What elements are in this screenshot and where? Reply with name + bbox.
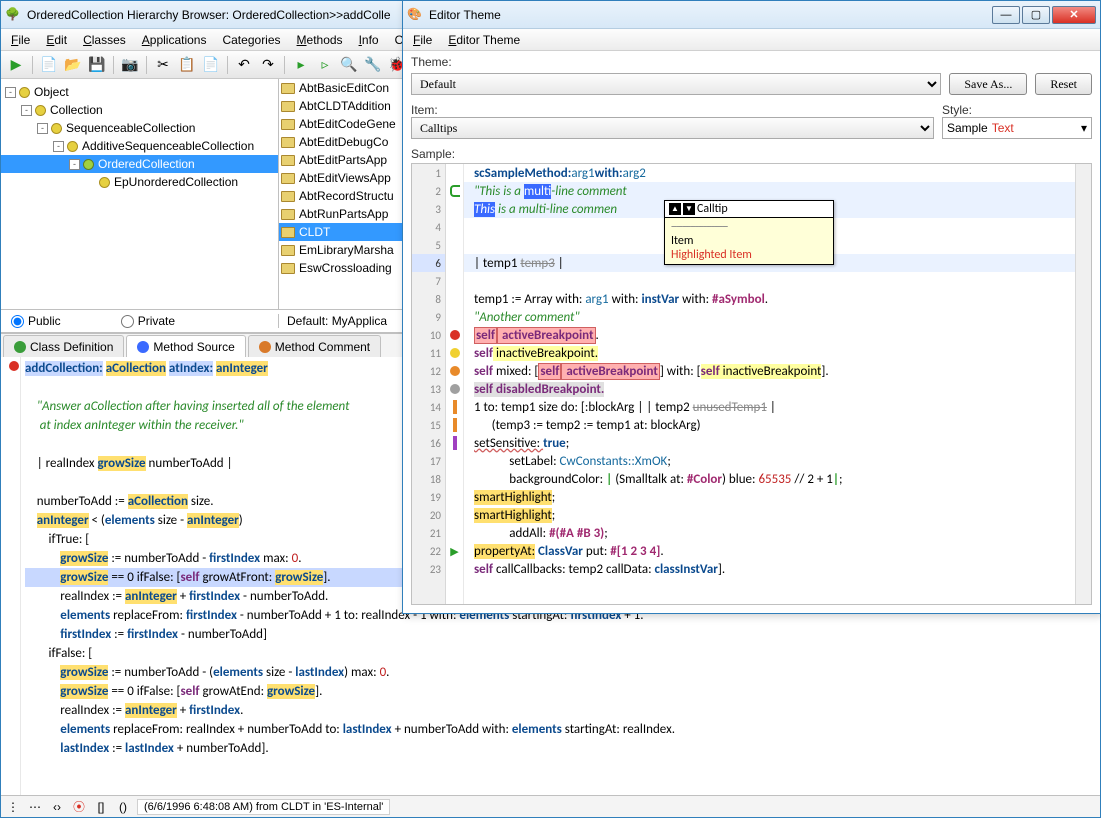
menu-classes[interactable]: Classes bbox=[77, 31, 132, 49]
run-button[interactable]: ▶ bbox=[5, 54, 27, 76]
undo-button[interactable]: ↶ bbox=[233, 54, 255, 76]
status-icon-4[interactable]: ⦿ bbox=[71, 799, 87, 815]
sample-label: Sample: bbox=[411, 147, 461, 161]
class-tree[interactable]: -Object-Collection-SequenceableCollectio… bbox=[1, 79, 279, 309]
default-app-label: Default: MyApplica bbox=[279, 314, 387, 328]
copy-button[interactable]: 📋 bbox=[176, 54, 198, 76]
package-item[interactable]: EswCrossloading bbox=[279, 259, 418, 277]
status-icon-6[interactable]: () bbox=[115, 799, 131, 815]
close-button[interactable] bbox=[1052, 6, 1096, 24]
tree-node[interactable]: -AdditiveSequenceableCollection bbox=[1, 137, 278, 155]
tools-button[interactable]: 🔧 bbox=[362, 54, 384, 76]
tree-node[interactable]: -Object bbox=[1, 83, 278, 101]
search-button[interactable]: 🔍 bbox=[338, 54, 360, 76]
maximize-button[interactable] bbox=[1022, 6, 1050, 24]
style-label: Style: bbox=[942, 103, 1092, 117]
status-icon-1[interactable]: ⋮ bbox=[5, 799, 21, 815]
menu-info[interactable]: Info bbox=[353, 31, 385, 49]
package-item[interactable]: AbtEditPartsApp bbox=[279, 151, 418, 169]
scrollbar[interactable] bbox=[1075, 164, 1091, 604]
theme-icon: 🎨 bbox=[407, 7, 423, 23]
calltip: ▲▼ Calltip ---------------------ItemHigh… bbox=[664, 200, 834, 265]
menu-edit[interactable]: Edit bbox=[40, 31, 73, 49]
menu-categories[interactable]: Categories bbox=[216, 31, 286, 49]
menu-file-2[interactable]: File bbox=[407, 31, 438, 49]
titlebar-2[interactable]: 🎨 Editor Theme bbox=[403, 1, 1100, 29]
package-item[interactable]: AbtRecordStructu bbox=[279, 187, 418, 205]
tree-node[interactable]: EpUnorderedCollection bbox=[1, 173, 278, 191]
package-item[interactable]: AbtEditCodeGene bbox=[279, 115, 418, 133]
status-icon-5[interactable]: [] bbox=[93, 799, 109, 815]
package-item[interactable]: EmLibraryMarsha bbox=[279, 241, 418, 259]
marker-column: ▶ bbox=[446, 164, 464, 604]
menu-methods[interactable]: Methods bbox=[291, 31, 349, 49]
radio-private[interactable] bbox=[121, 315, 134, 328]
window-title-2: Editor Theme bbox=[429, 8, 992, 22]
status-bar: ⋮ ⋯ ‹› ⦿ [] () (6/6/1996 6:48:08 AM) fro… bbox=[1, 795, 1100, 817]
status-text: (6/6/1996 6:48:08 AM) from CLDT in 'ES-I… bbox=[137, 799, 390, 815]
app-icon: 🌳 bbox=[5, 7, 21, 23]
tab-method-source[interactable]: Method Source bbox=[126, 335, 245, 357]
tree-node[interactable]: -Collection bbox=[1, 101, 278, 119]
package-list[interactable]: AbtBasicEditConAbtCLDTAdditionAbtEditCod… bbox=[279, 79, 419, 309]
package-item[interactable]: CLDT bbox=[279, 223, 418, 241]
gutter bbox=[1, 357, 21, 795]
cut-button[interactable]: ✂ bbox=[152, 54, 174, 76]
package-item[interactable]: AbtEditViewsApp bbox=[279, 169, 418, 187]
method-comment-icon bbox=[259, 341, 271, 353]
reset-button[interactable]: Reset bbox=[1035, 73, 1092, 95]
package-item[interactable]: AbtCLDTAddition bbox=[279, 97, 418, 115]
package-item[interactable]: AbtBasicEditCon bbox=[279, 79, 418, 97]
breakpoint-icon[interactable] bbox=[9, 361, 19, 371]
tree-node[interactable]: -SequenceableCollection bbox=[1, 119, 278, 137]
package-item[interactable]: AbtRunPartsApp bbox=[279, 205, 418, 223]
radio-public[interactable] bbox=[11, 315, 24, 328]
inspect-button[interactable]: ▹ bbox=[314, 54, 336, 76]
save-button[interactable]: 💾 bbox=[86, 54, 108, 76]
menubar-2: File Editor Theme bbox=[403, 29, 1100, 51]
sample-editor[interactable]: 1234567891011121314151617181920212223 ▶ … bbox=[411, 163, 1092, 605]
method-source-icon bbox=[137, 341, 149, 353]
open-button[interactable]: 📂 bbox=[62, 54, 84, 76]
style-select[interactable]: Sample Text ▾ bbox=[942, 117, 1092, 139]
status-icon-3[interactable]: ‹› bbox=[49, 799, 65, 815]
tab-class-definition[interactable]: Class Definition bbox=[3, 335, 124, 357]
package-item[interactable]: AbtEditDebugCo bbox=[279, 133, 418, 151]
sample-code[interactable]: scSampleMethod: arg1 with: arg2 "This is… bbox=[464, 164, 1075, 604]
theme-select[interactable]: Default bbox=[411, 73, 941, 95]
item-label: Item: bbox=[411, 103, 934, 117]
menu-editor-theme[interactable]: Editor Theme bbox=[442, 31, 526, 49]
tab-method-comment[interactable]: Method Comment bbox=[248, 335, 381, 357]
paste-button[interactable]: 📄 bbox=[200, 54, 222, 76]
camera-button[interactable]: 📷 bbox=[119, 54, 141, 76]
item-select[interactable]: Calltips bbox=[411, 117, 934, 139]
status-icon-2[interactable]: ⋯ bbox=[27, 799, 43, 815]
tree-node[interactable]: -OrderedCollection bbox=[1, 155, 278, 173]
step-run-button[interactable]: ▸ bbox=[290, 54, 312, 76]
minimize-button[interactable] bbox=[992, 6, 1020, 24]
chevron-down-icon: ▾ bbox=[1081, 121, 1087, 135]
menu-file[interactable]: File bbox=[5, 31, 36, 49]
save-as-button[interactable]: Save As... bbox=[949, 73, 1027, 95]
new-button[interactable]: 📄 bbox=[38, 54, 60, 76]
menu-applications[interactable]: Applications bbox=[136, 31, 213, 49]
editor-theme-window: 🎨 Editor Theme File Editor Theme Theme: … bbox=[402, 0, 1101, 614]
class-def-icon bbox=[14, 341, 26, 353]
redo-button[interactable]: ↷ bbox=[257, 54, 279, 76]
line-gutter: 1234567891011121314151617181920212223 bbox=[412, 164, 446, 604]
theme-label: Theme: bbox=[411, 55, 461, 69]
